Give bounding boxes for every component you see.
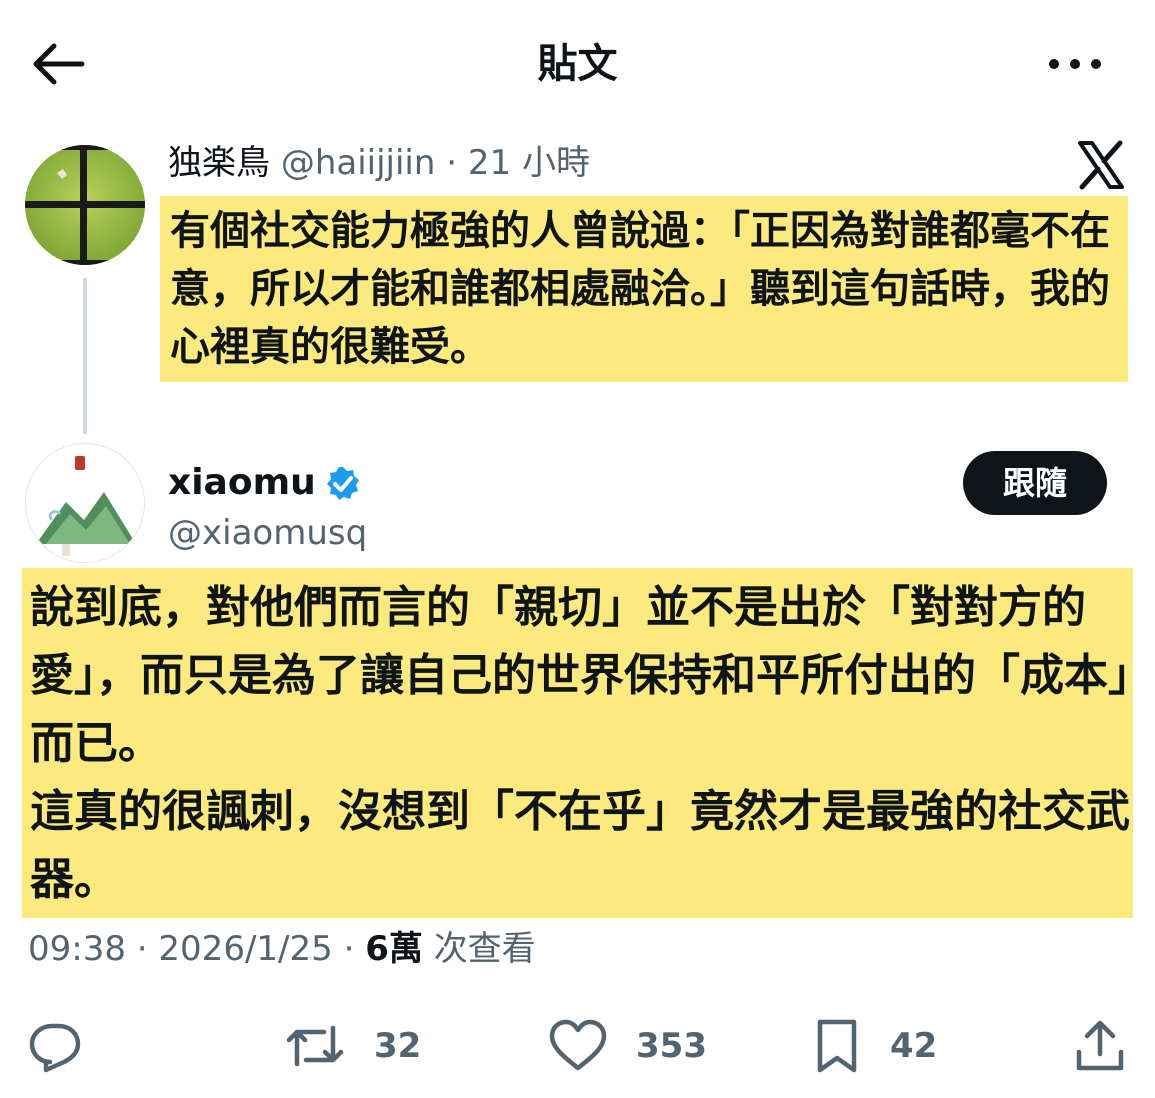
quoted-post-time: 21 小時 [467,143,590,183]
like-button[interactable]: 353 [548,1018,707,1074]
quoted-post-meta: 独楽鳥 @haiijjiin · 21 小時 [168,140,590,186]
share-button[interactable] [1072,1018,1128,1074]
verified-badge-icon [324,465,362,503]
meta-separator: · [446,143,458,183]
bookmark-button[interactable]: 42 [812,1018,937,1074]
retweet-button[interactable]: 32 [284,1018,421,1074]
bookmark-icon [817,1019,857,1073]
views-count: 6萬 [365,929,423,969]
more-icon [1049,59,1101,69]
author-name[interactable]: xiaomu [168,458,316,508]
post-meta: 09:38 · 2026/1/25 · 6萬 次查看 [28,926,536,972]
post-date[interactable]: 2026/1/25 [158,929,332,969]
share-icon [1076,1020,1124,1071]
views-label: 次查看 [433,929,536,969]
more-options-button[interactable] [1040,38,1110,90]
like-icon [549,1019,607,1071]
bookmark-count: 42 [890,1026,938,1066]
quoted-author-name[interactable]: 独楽鳥 [168,143,270,183]
x-logo-icon [1076,140,1126,190]
quoted-author-handle[interactable]: @haiijjiin [281,143,436,183]
author-avatar[interactable] [25,443,145,563]
retweet-count: 32 [374,1026,422,1066]
reply-button[interactable] [26,1018,112,1074]
page-title: 貼文 [537,41,618,87]
retweet-icon [286,1025,344,1067]
post-paragraph: 這真的很諷刺，沒想到「不在乎」竟然才是最強的社交武器。 [30,786,1130,905]
post-paragraph: 說到底，對他們而言的「親切」並不是出於「對對方的愛」，而只是為了讓自己的世界保持… [30,582,1130,769]
thread-connector-line [83,278,87,434]
reply-icon [29,1023,81,1073]
quoted-author-avatar[interactable] [25,145,145,265]
post-text: 說到底，對他們而言的「親切」並不是出於「對對方的愛」，而只是為了讓自己的世界保持… [30,574,1130,914]
post-time[interactable]: 09:38 [28,929,126,969]
like-count: 353 [636,1026,707,1066]
quoted-post-text: 有個社交能力極強的人曾說過：「正因為對誰都毫不在意，所以才能和誰都相處融洽。」聽… [170,208,1110,370]
author-handle[interactable]: @xiaomusq [168,510,367,556]
meta-separator: · [136,929,148,969]
follow-button[interactable]: 跟隨 [963,451,1107,515]
meta-separator: · [343,929,355,969]
